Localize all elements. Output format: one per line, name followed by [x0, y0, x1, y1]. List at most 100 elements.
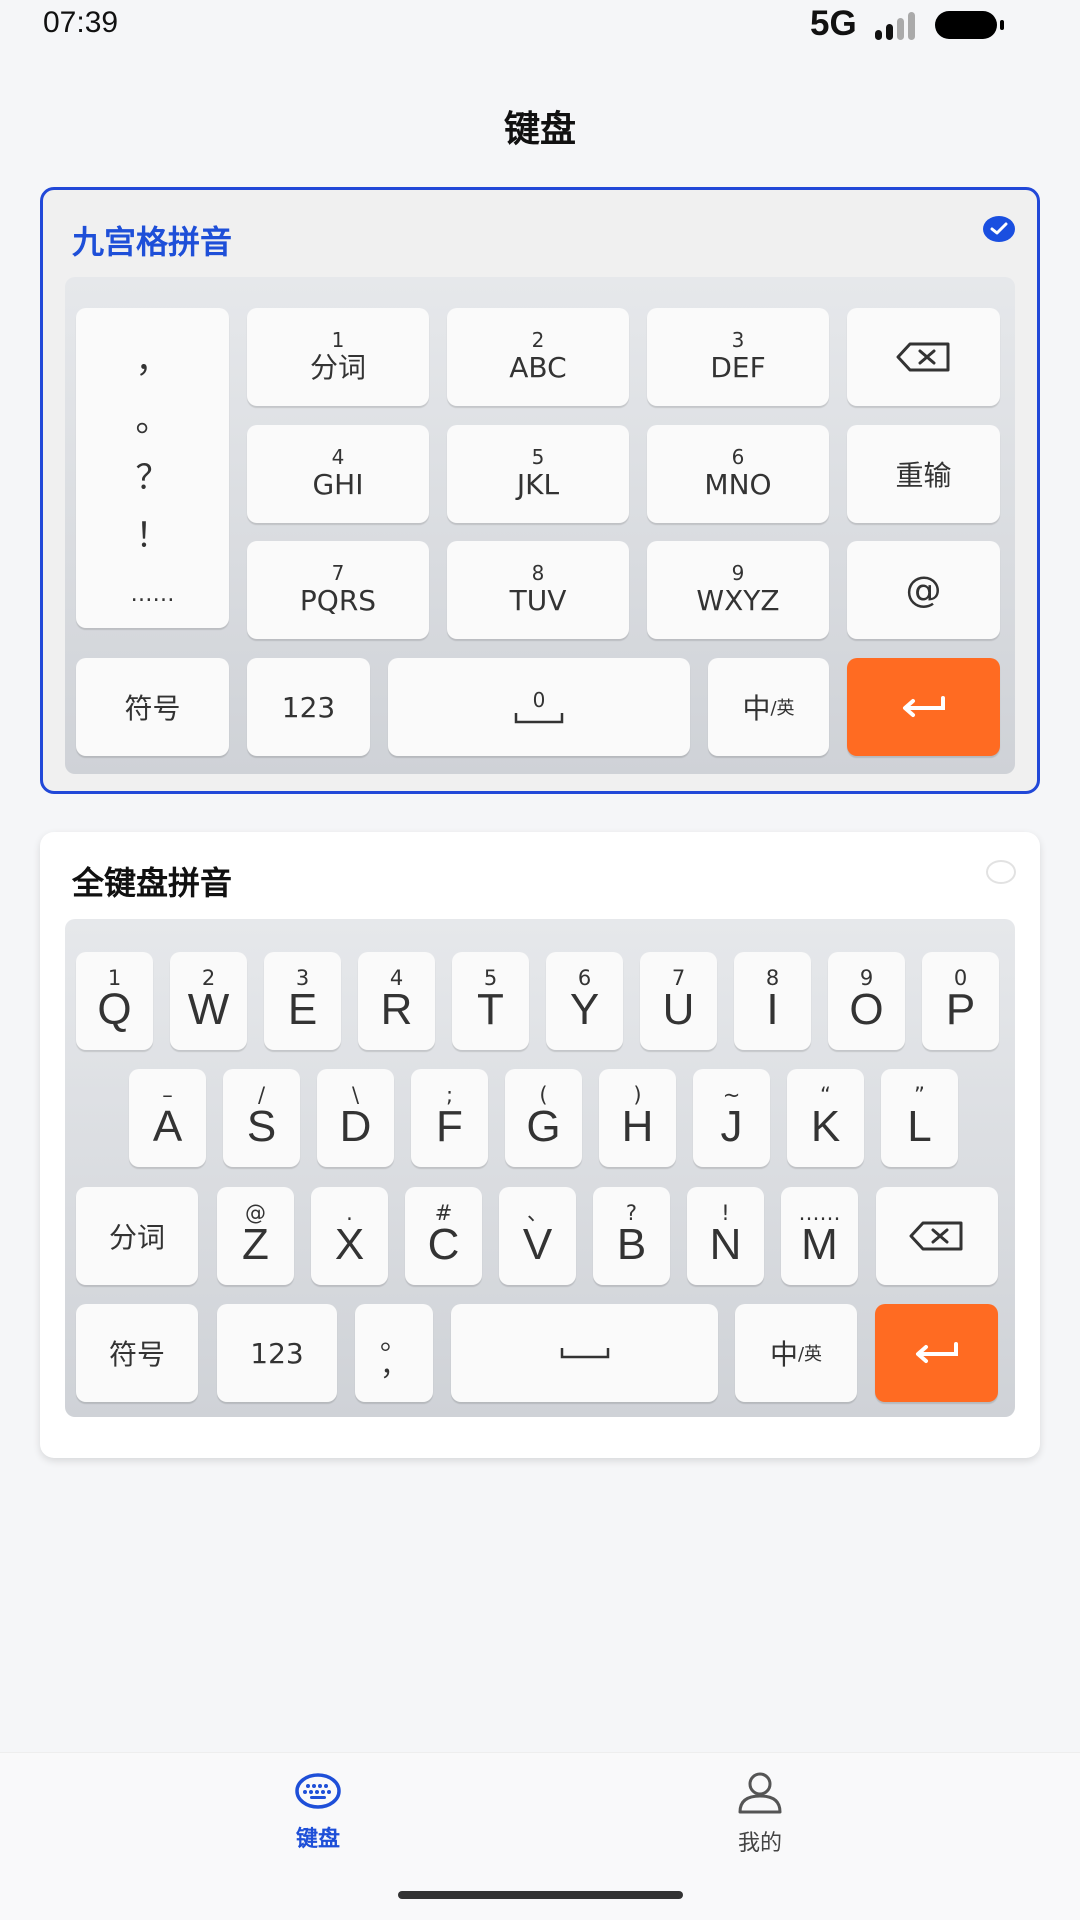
backspace-key[interactable] [847, 308, 1000, 406]
backspace-icon [909, 1221, 963, 1251]
enter-key[interactable] [847, 658, 1000, 756]
full-title: 全键盘拼音 [72, 864, 233, 902]
t9-key-4[interactable]: 4 GHI [247, 425, 429, 523]
key-label: D [339, 1102, 372, 1151]
key-y[interactable]: 6Y [546, 952, 623, 1050]
key-h[interactable]: ) H [599, 1069, 676, 1167]
key-j[interactable]: ~ J [693, 1069, 770, 1167]
t9-key-7[interactable]: 7 PQRS [247, 541, 429, 639]
key-r[interactable]: 4R [358, 952, 435, 1050]
lang-sub: /英 [797, 1344, 823, 1365]
punc-comma: ， [135, 341, 170, 382]
t9-layout-card[interactable]: 九宫格拼音 ， 。 ？ ！ …… 1 分词 2 ABC 3 DEF 4 GHI 5 JKL… [40, 187, 1040, 794]
key-label: Q [97, 985, 132, 1034]
key-label: 分词 [309, 351, 366, 384]
punctuation-column[interactable]: ， 。 ？ ！ …… [76, 308, 229, 628]
t9-key-3[interactable]: 3 DEF [647, 308, 829, 406]
lang-main: 中 [769, 1338, 798, 1371]
punc-ellipsis: …… [130, 581, 175, 607]
lang-switch-key[interactable]: 中/英 [708, 658, 829, 756]
battery-icon [935, 11, 1004, 39]
key-f[interactable]: ; F [411, 1069, 488, 1167]
key-b[interactable]: ? B [593, 1187, 670, 1285]
page-title: 键盘 [503, 109, 576, 150]
tab-keyboard-label: 键盘 [295, 1827, 340, 1852]
key-label: WXYZ [696, 584, 780, 617]
punc-question: ？ [135, 457, 170, 498]
backspace-icon [896, 342, 949, 372]
key-label: E [287, 985, 318, 1034]
key-label: W [187, 985, 230, 1034]
tab-profile[interactable]: 我的 [680, 1771, 840, 1857]
key-sup: 1 [331, 328, 345, 352]
symbol-key[interactable]: 符号 [76, 658, 229, 756]
signal-icon [875, 12, 919, 40]
full-layout-card[interactable]: 全键盘拼音 分词 符号 123 。 ， 中/英 1Q2W3E4R5T6Y7U8I… [40, 832, 1040, 1458]
key-sup: 2 [531, 328, 545, 352]
key-q[interactable]: 1Q [76, 952, 153, 1050]
lang-switch-key[interactable]: 中/英 [735, 1304, 857, 1402]
enter-icon [902, 696, 945, 717]
symbol-key[interactable]: 符号 [76, 1304, 198, 1402]
key-label: O [849, 985, 884, 1034]
number-key[interactable]: 123 [217, 1304, 337, 1402]
reinput-key[interactable]: 重输 [847, 425, 1000, 523]
backspace-key[interactable] [876, 1187, 998, 1285]
t9-key-8[interactable]: 8 TUV [447, 541, 629, 639]
key-s[interactable]: / S [223, 1069, 300, 1167]
enter-icon [915, 1342, 958, 1363]
key-o[interactable]: 9O [828, 952, 905, 1050]
key-n[interactable]: ! N [687, 1187, 764, 1285]
key-x[interactable]: .X [311, 1187, 388, 1285]
key-z[interactable]: @ Z [217, 1187, 294, 1285]
key-p[interactable]: 0P [922, 952, 999, 1050]
status-bar: 07:39 5G [0, 0, 1080, 52]
key-w[interactable]: 2W [170, 952, 247, 1050]
tab-keyboard[interactable]: 键盘 [238, 1771, 398, 1853]
enter-key[interactable] [875, 1304, 998, 1402]
t9-key-9[interactable]: 9 WXYZ [647, 541, 829, 639]
key-m[interactable]: …… M [781, 1187, 858, 1285]
key-sup: 7 [331, 561, 345, 585]
key-label: Z [242, 1220, 269, 1269]
split-key[interactable]: 分词 [76, 1187, 198, 1285]
key-label: MNO [704, 468, 772, 501]
key-l[interactable]: ” L [881, 1069, 958, 1167]
key-label: V [522, 1220, 553, 1269]
punc-period: 。 [135, 399, 170, 440]
key-k[interactable]: “K [787, 1069, 864, 1167]
comma-label: ， [379, 1349, 408, 1382]
space-key[interactable] [451, 1304, 718, 1402]
home-indicator [398, 1891, 683, 1899]
key-label: A [152, 1102, 183, 1151]
key-u[interactable]: 7U [640, 952, 717, 1050]
number-key[interactable]: 123 [247, 658, 370, 756]
t9-key-6[interactable]: 6 MNO [647, 425, 829, 523]
key-label: N [709, 1220, 742, 1269]
key-d[interactable]: \ D [317, 1069, 394, 1167]
key-label: B [616, 1220, 647, 1269]
space-key[interactable]: 0 [388, 658, 690, 756]
key-i[interactable]: 8I [734, 952, 811, 1050]
key-label: ABC [509, 351, 567, 384]
key-label: K [810, 1102, 841, 1151]
t9-key-1[interactable]: 1 分词 [247, 308, 429, 406]
t9-key-5[interactable]: 5 JKL [447, 425, 629, 523]
t9-keyboard-preview: ， 。 ？ ！ …… 1 分词 2 ABC 3 DEF 4 GHI 5 JKL 6 MNO … [65, 277, 1015, 774]
lang-main: 中 [742, 692, 771, 725]
unselected-radio-icon[interactable] [986, 860, 1016, 884]
key-v[interactable]: 、 V [499, 1187, 576, 1285]
key-a[interactable]: – A [129, 1069, 206, 1167]
key-c[interactable]: # C [405, 1187, 482, 1285]
period-comma-key[interactable]: 。 ， [355, 1304, 433, 1402]
selected-check-icon[interactable] [983, 216, 1015, 242]
key-g[interactable]: (G [505, 1069, 582, 1167]
keyboard-icon [295, 1773, 341, 1809]
space-sup: 0 [532, 688, 546, 712]
key-e[interactable]: 3E [264, 952, 341, 1050]
punc-exclaim: ！ [135, 516, 170, 557]
key-t[interactable]: 5T [452, 952, 529, 1050]
key-label: U [662, 985, 695, 1034]
at-key[interactable]: @ [847, 541, 1000, 639]
t9-key-2[interactable]: 2 ABC [447, 308, 629, 406]
